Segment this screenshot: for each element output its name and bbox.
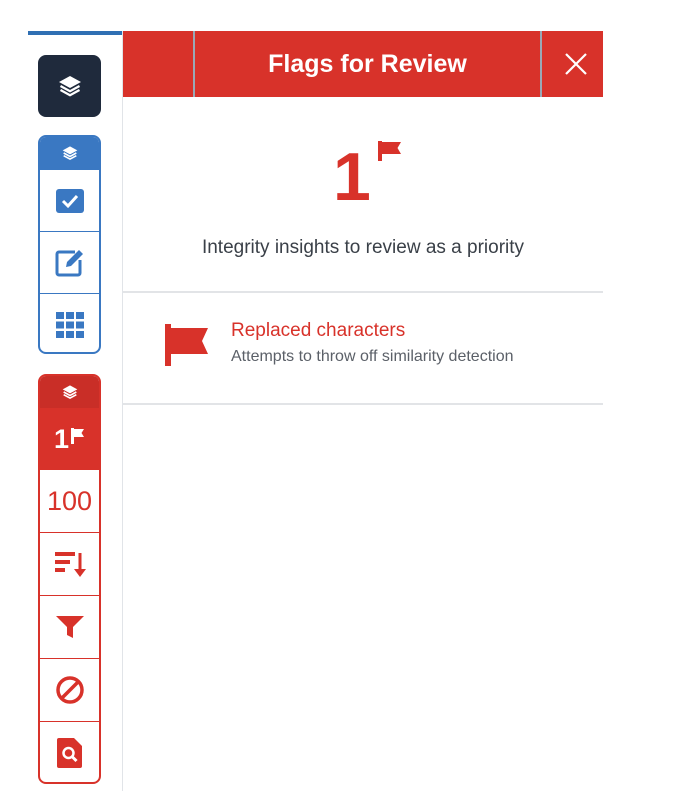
similarity-score-button[interactable]: 100 (40, 470, 99, 532)
feedback-edit-button[interactable] (40, 231, 99, 293)
similarity-score: 100 (46, 485, 93, 516)
flag-icon (71, 428, 85, 444)
layers-icon (58, 76, 81, 97)
layers-icon (62, 146, 77, 161)
exclude-icon (55, 676, 84, 704)
layers-toggle-button[interactable] (38, 55, 101, 117)
divider (123, 403, 603, 405)
rail-divider (122, 31, 123, 791)
panel-title: Flags for Review (193, 31, 542, 97)
search-document-icon (56, 738, 82, 768)
flag-summary-description: Integrity insights to review as a priori… (201, 237, 525, 258)
divider (123, 291, 603, 293)
exclude-button[interactable] (40, 658, 99, 721)
flags-button[interactable]: 1 (40, 408, 99, 470)
filter-button[interactable] (40, 595, 99, 658)
sort-icon (54, 552, 86, 577)
flag-item-title[interactable]: Replaced characters (231, 320, 405, 342)
rail-top-accent (28, 31, 122, 35)
layers-icon (62, 385, 77, 400)
rubric-grid-button[interactable] (40, 293, 99, 352)
grid-icon (55, 311, 84, 338)
close-button[interactable] (549, 31, 603, 97)
flag-icon (378, 141, 401, 161)
blue-group-header[interactable] (40, 137, 99, 169)
similarity-group: 1 100 (38, 374, 101, 784)
flags-count: 1 (53, 423, 70, 454)
flag-item-description: Attempts to throw off similarity detecti… (231, 348, 514, 365)
filter-icon (55, 616, 84, 638)
sort-button[interactable] (40, 532, 99, 595)
edit-icon (55, 249, 83, 276)
match-overview-group (38, 135, 101, 354)
grading-button[interactable] (40, 169, 99, 231)
checkbox-icon (55, 188, 84, 213)
red-group-header[interactable] (40, 376, 99, 408)
close-icon (565, 53, 587, 75)
search-document-button[interactable] (40, 721, 99, 782)
flag-icon (165, 324, 208, 366)
